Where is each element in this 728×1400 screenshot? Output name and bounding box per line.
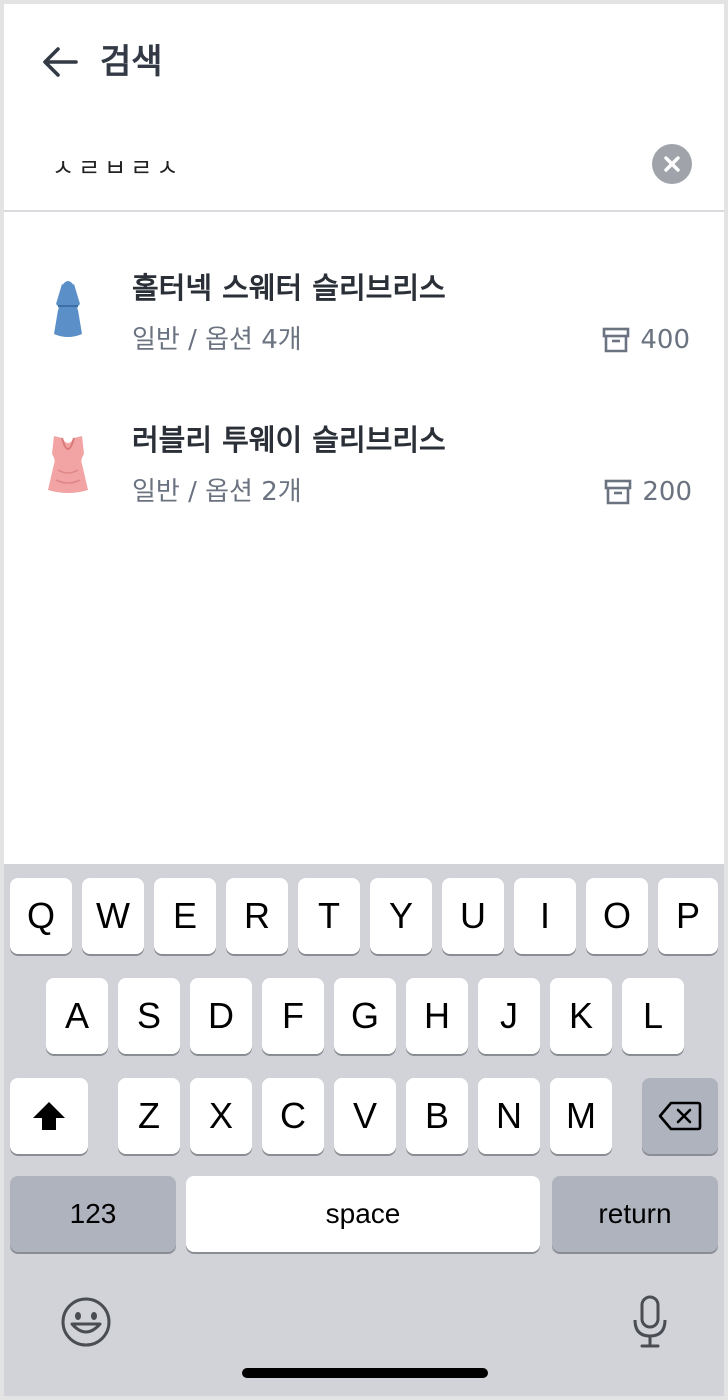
shift-arrow-icon	[33, 1102, 65, 1130]
close-icon	[664, 156, 680, 172]
backspace-key[interactable]	[642, 1078, 718, 1154]
key-n[interactable]: N	[478, 1078, 540, 1154]
lovely-twoway-thumbnail	[48, 436, 88, 493]
key-o[interactable]: O	[586, 878, 648, 954]
key-j[interactable]: J	[478, 978, 540, 1054]
key-y[interactable]: Y	[370, 878, 432, 954]
key-f[interactable]: F	[262, 978, 324, 1054]
stock-count: 400	[640, 325, 690, 355]
item-stock: 200	[604, 474, 692, 510]
key-h[interactable]: H	[406, 978, 468, 1054]
archive-box-icon	[603, 327, 630, 353]
halter-sweater-thumbnail	[54, 279, 82, 337]
smiley-face-icon	[61, 1297, 111, 1347]
item-stock: 400	[602, 322, 690, 358]
space-key[interactable]: space	[186, 1176, 540, 1252]
arrow-left-icon	[43, 47, 78, 77]
microphone-icon	[633, 1295, 667, 1348]
search-results-list: 홀터넥 스웨터 슬리브리스 일반 / 옵션 4개 400 러블리 투웨이 슬리브…	[4, 214, 724, 538]
backspace-icon	[658, 1101, 702, 1131]
item-name: 러블리 투웨이 슬리브리스	[132, 423, 446, 457]
back-button[interactable]	[38, 40, 82, 84]
key-q[interactable]: Q	[10, 878, 72, 954]
item-meta: 일반 / 옵션 2개	[132, 477, 302, 507]
key-i[interactable]: I	[514, 878, 576, 954]
key-d[interactable]: D	[190, 978, 252, 1054]
on-screen-keyboard: Q W E R T Y U I O P A S D F G H J K L Z …	[4, 864, 724, 1396]
stock-count: 200	[642, 477, 692, 507]
list-item[interactable]: 러블리 투웨이 슬리브리스 일반 / 옵션 2개 200	[4, 376, 724, 538]
clear-search-button[interactable]	[652, 144, 692, 184]
key-x[interactable]: X	[190, 1078, 252, 1154]
key-g[interactable]: G	[334, 978, 396, 1054]
key-p[interactable]: P	[658, 878, 718, 954]
key-r[interactable]: R	[226, 878, 288, 954]
key-e[interactable]: E	[154, 878, 216, 954]
search-bar	[4, 120, 724, 212]
key-k[interactable]: K	[550, 978, 612, 1054]
key-b[interactable]: B	[406, 1078, 468, 1154]
key-m[interactable]: M	[550, 1078, 612, 1154]
key-v[interactable]: V	[334, 1078, 396, 1154]
app-screen: 검색 홀터넥 스웨터 슬리브리스 일반 / 옵션 4개	[4, 4, 724, 1396]
emoji-button[interactable]	[60, 1296, 112, 1348]
archive-box-icon	[605, 479, 632, 505]
key-w[interactable]: W	[82, 878, 144, 954]
page-title: 검색	[100, 42, 163, 82]
item-name: 홀터넥 스웨터 슬리브리스	[132, 271, 446, 305]
header: 검색	[4, 4, 724, 120]
numbers-key[interactable]: 123	[10, 1176, 176, 1252]
key-u[interactable]: U	[442, 878, 504, 954]
key-a[interactable]: A	[46, 978, 108, 1054]
item-meta: 일반 / 옵션 4개	[132, 325, 302, 355]
dictation-button[interactable]	[630, 1294, 670, 1350]
search-input[interactable]	[52, 140, 632, 190]
list-item[interactable]: 홀터넥 스웨터 슬리브리스 일반 / 옵션 4개 400	[4, 214, 724, 376]
key-t[interactable]: T	[298, 878, 360, 954]
key-l[interactable]: L	[622, 978, 684, 1054]
key-z[interactable]: Z	[118, 1078, 180, 1154]
return-key[interactable]: return	[552, 1176, 718, 1252]
home-indicator[interactable]	[242, 1368, 488, 1378]
key-c[interactable]: C	[262, 1078, 324, 1154]
key-s[interactable]: S	[118, 978, 180, 1054]
shift-key[interactable]	[10, 1078, 88, 1154]
